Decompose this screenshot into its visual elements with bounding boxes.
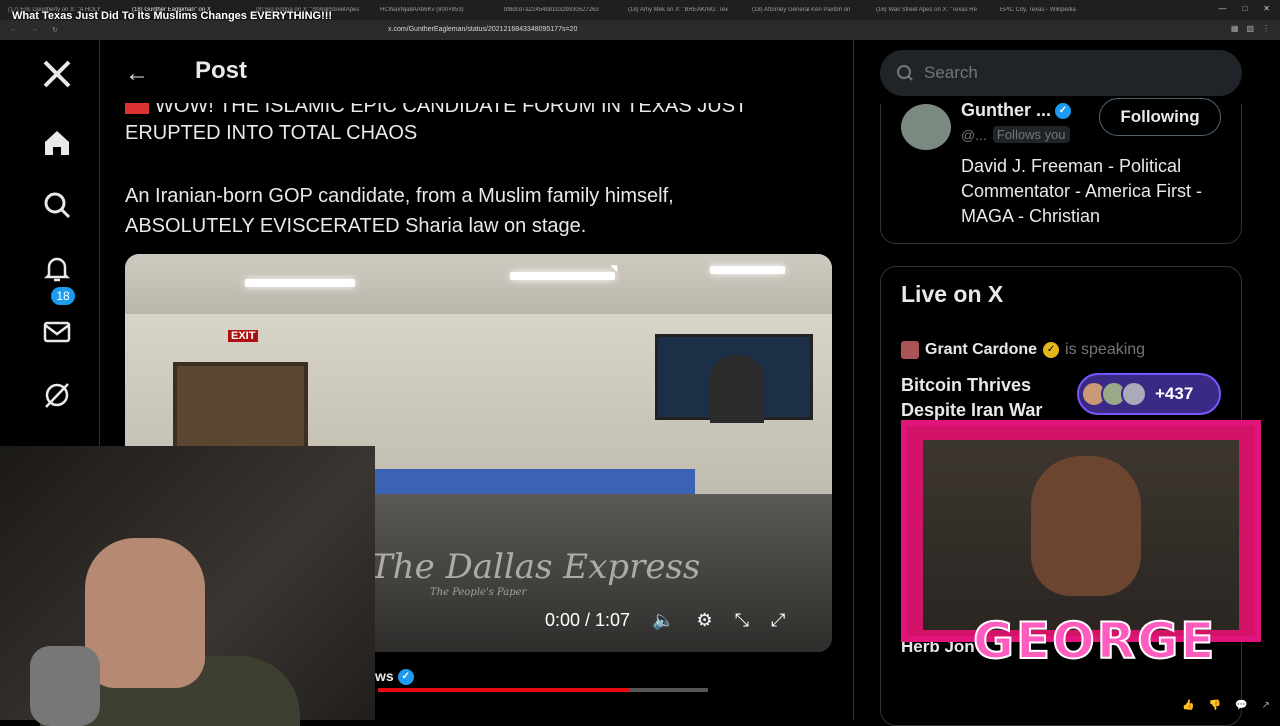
messages-icon[interactable] [40, 315, 74, 349]
browser-tab[interactable]: (16) Wall Street Apes on X: "Texas Re [876, 7, 994, 13]
video-time: 0:00 / 1:07 [545, 610, 631, 630]
volume-icon[interactable]: 🔈 [652, 610, 674, 631]
notification-badge: 18 [51, 287, 75, 305]
like-icon[interactable]: 👍 [1182, 700, 1194, 711]
handle-text: @... [961, 126, 987, 143]
search-input[interactable]: Search [880, 50, 1242, 96]
host-name: Grant Cardone [925, 341, 1038, 358]
tab-label: HCWaxNja8AAb6Kv (800×853) [380, 7, 464, 13]
following-button[interactable]: Following [1099, 98, 1221, 136]
minimize-icon[interactable]: — [1218, 4, 1226, 13]
user-name[interactable]: Gunther ... ✓ [961, 100, 1071, 121]
search-placeholder: Search [924, 63, 978, 82]
ceiling-light [245, 279, 355, 287]
video-watermark: The Dallas Express [370, 547, 701, 587]
reload-icon[interactable]: ↻ [52, 26, 58, 34]
tweet-text-line: ERUPTED INTO TOTAL CHAOS [125, 122, 418, 144]
browser-tab[interactable]: bf8dcd7a22454b81b32b930527263 [504, 7, 622, 13]
search-icon [897, 65, 913, 81]
projector-screen [655, 334, 813, 423]
follows-you-badge: Follows you [992, 126, 1070, 143]
verified-badge-icon: ✓ [1055, 103, 1071, 120]
menu-icon[interactable]: ⋮ [1262, 24, 1270, 33]
avatar[interactable] [901, 104, 951, 150]
webcam-person [1031, 456, 1141, 596]
ceiling-light [510, 272, 615, 280]
dislike-icon[interactable]: 👎 [1209, 700, 1221, 711]
ceiling-light [710, 266, 785, 274]
video-watermark-sub: The People's Paper [430, 587, 527, 598]
webcam-overlay-right: GEORGE [901, 420, 1261, 671]
window-controls: — □ ✕ [1218, 4, 1270, 13]
exit-sign: EXIT [228, 330, 259, 342]
comment-icon[interactable]: 💬 [1235, 700, 1247, 711]
browser-tab[interactable]: (18) Attorney General Ken Paxton on [752, 7, 870, 13]
video-controls: 0:00 / 1:07 🔈 ⚙ ⤡ ⤢ [545, 610, 785, 631]
post-header: ← Post [100, 40, 854, 104]
fullscreen-icon[interactable]: ⤢ [771, 610, 785, 631]
browser-tab[interactable]: (18) Amy Mek on X: "BREAKING: Tex [628, 7, 746, 13]
minimize-video-icon[interactable]: ⤡ [735, 610, 749, 631]
back-icon[interactable]: ← [10, 26, 17, 34]
tab-label: (18) Amy Mek on X: "BREAKING: Tex [628, 7, 729, 13]
next-post-author: ws ✓ [375, 668, 414, 686]
browser-tab[interactable]: EPIC City, Texas - Wikipedia [1000, 7, 1118, 13]
webcam-frame [923, 440, 1239, 630]
settings-gear-icon[interactable]: ⚙ [697, 610, 713, 631]
listener-count: +437 [1155, 384, 1194, 403]
address-bar: ← → ↻ x.com/GuntherEagleman/status/20212… [0, 20, 1280, 40]
tab-label: EPIC City, Texas - Wikipedia [1000, 7, 1076, 13]
browser-tab[interactable]: HCWaxNja8AAb6Kv (800×853) [380, 7, 498, 13]
share-icon[interactable]: ↗ [1262, 700, 1270, 711]
host-status: is speaking [1065, 341, 1146, 358]
streamer-name-overlay: GEORGE [972, 611, 1217, 671]
live-section-title: Live on X [901, 281, 1004, 307]
space-title[interactable]: Bitcoin Thrives Despite Iran War [901, 373, 1071, 423]
listener-pill[interactable]: +437 [1077, 373, 1221, 415]
listener-avatar [1121, 381, 1147, 407]
gold-verified-icon: ✓ [1043, 342, 1060, 358]
extension-icon[interactable]: ▦ [1231, 24, 1239, 33]
page-title: Post [195, 57, 248, 84]
maximize-icon[interactable]: □ [1242, 4, 1247, 13]
user-name-text: Gunther ... [961, 100, 1051, 120]
extensions-icon[interactable]: ▧ [1246, 24, 1254, 33]
tweet-paragraph: An Iranian-born GOP candidate, from a Mu… [125, 185, 674, 237]
stream-progress-bar[interactable] [378, 688, 708, 692]
back-arrow-icon[interactable]: ← [125, 60, 149, 88]
who-to-follow-card: Gunther ... ✓ @... Follows you Following D… [880, 98, 1242, 244]
author-partial: ws [375, 668, 394, 684]
close-icon[interactable]: ✕ [1263, 4, 1270, 13]
host-avatar [901, 341, 919, 359]
home-icon[interactable] [40, 126, 74, 160]
url-field[interactable]: x.com/GuntherEagleman/status/20212168433… [388, 26, 577, 33]
player-bottom-controls: 👍 👎 💬 ↗ [1182, 700, 1270, 711]
user-bio: David J. Freeman - Political Commentator… [961, 156, 1203, 226]
search-icon[interactable] [40, 188, 74, 222]
microphone-icon [30, 646, 100, 726]
tab-label: (18) Attorney General Ken Paxton on [752, 7, 851, 13]
x-logo-icon[interactable] [40, 57, 74, 91]
tab-label: (16) Wall Street Apes on X: "Texas Re [876, 7, 977, 13]
verified-badge-icon: ✓ [397, 669, 414, 686]
screen-person [710, 355, 764, 423]
stream-progress-fill [378, 688, 629, 692]
notifications-icon[interactable] [40, 252, 74, 286]
video-overlay-title: What Texas Just Did To Its Muslims Chang… [12, 10, 333, 22]
forward-icon[interactable]: → [31, 26, 38, 34]
tab-label: bf8dcd7a22454b81b32b930527263 [504, 7, 599, 13]
webcam-overlay-left [0, 446, 375, 726]
space-host-row[interactable]: Grant Cardone ✓ is speaking [901, 341, 1145, 359]
webcam-person [85, 538, 205, 688]
user-handle: @... Follows you [961, 126, 1070, 143]
grok-icon[interactable] [40, 378, 74, 412]
